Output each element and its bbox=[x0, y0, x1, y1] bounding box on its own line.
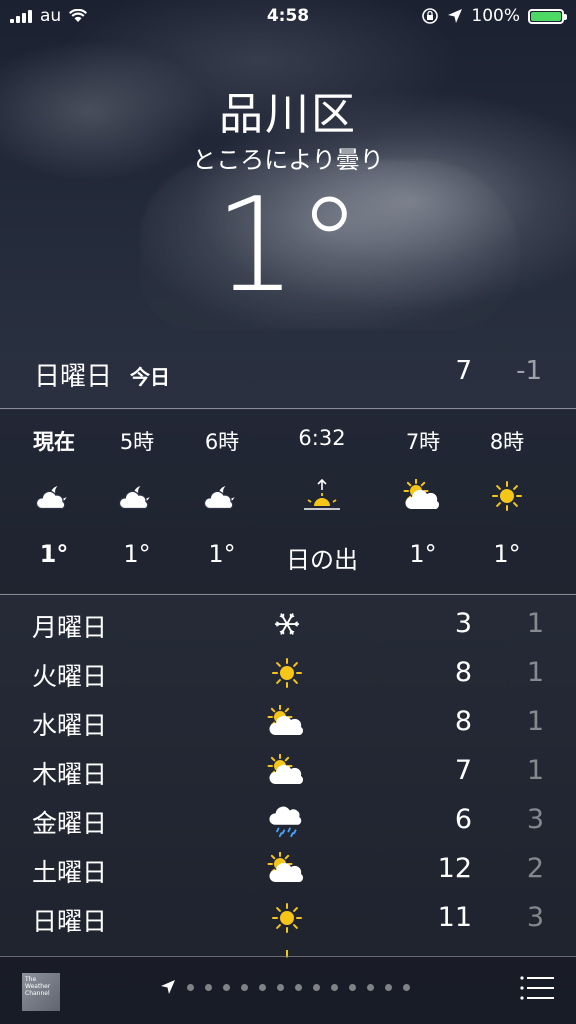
today-day: 日曜日 bbox=[34, 362, 113, 392]
hourly-item: 7時 1° bbox=[378, 410, 468, 593]
page-dot[interactable] bbox=[385, 983, 392, 991]
partly-cloudy-night-icon bbox=[9, 476, 99, 516]
hourly-item: 9 bbox=[545, 410, 576, 593]
hour-temperature: 1° bbox=[123, 540, 151, 568]
hour-temperature: 1° bbox=[409, 540, 437, 568]
sun-icon bbox=[462, 476, 552, 516]
bottom-toolbar: The Weather Channel bbox=[0, 956, 576, 1024]
hour-label: 8時 bbox=[489, 430, 525, 454]
today-low: -1 bbox=[516, 356, 542, 386]
daily-row: 土曜日 12 2 bbox=[0, 845, 576, 894]
battery-icon bbox=[528, 8, 567, 24]
day-high: 11 bbox=[437, 902, 472, 933]
page-dot[interactable] bbox=[241, 983, 248, 991]
hour-label: 現在 bbox=[33, 430, 75, 454]
hour-label: 5時 bbox=[119, 430, 155, 454]
page-dot[interactable] bbox=[367, 983, 374, 991]
daily-row: 日曜日 11 3 bbox=[0, 894, 576, 943]
day-low: 1 bbox=[526, 755, 544, 786]
page-dot[interactable] bbox=[403, 983, 410, 991]
hour-label: 9 bbox=[545, 426, 576, 450]
page-dot[interactable] bbox=[331, 983, 338, 991]
day-high: 7 bbox=[454, 755, 472, 786]
battery-percent: 100% bbox=[471, 6, 520, 26]
hourly-item: 6:32 日の出 bbox=[277, 410, 367, 593]
divider-top bbox=[0, 408, 576, 409]
today-high: 7 bbox=[455, 356, 472, 386]
status-right: 100% bbox=[421, 6, 567, 26]
location-services-icon bbox=[448, 9, 463, 23]
city-list-icon[interactable] bbox=[520, 975, 554, 1001]
partly-cloudy-night-icon bbox=[92, 476, 182, 516]
hourly-item: 現在 1° bbox=[9, 410, 99, 593]
hourly-item: 6時 1° bbox=[177, 410, 267, 593]
hour-label: 6時 bbox=[204, 430, 240, 454]
sun-icon bbox=[262, 900, 312, 936]
day-high: 12 bbox=[437, 853, 472, 884]
weather-screen: au 4:58 100% 品川区 ところにより曇り 1° 日曜日 今日 7 -1… bbox=[0, 0, 576, 1024]
page-dot[interactable] bbox=[223, 983, 230, 991]
today-label: 今日 bbox=[130, 365, 170, 389]
divider-middle bbox=[0, 594, 576, 595]
blank-icon bbox=[545, 476, 576, 516]
status-bar: au 4:58 100% bbox=[0, 0, 576, 34]
day-name: 水曜日 bbox=[32, 711, 108, 740]
day-low: 1 bbox=[526, 706, 544, 737]
page-dot[interactable] bbox=[349, 983, 356, 991]
partly-sunny-icon bbox=[262, 851, 312, 887]
daily-row: 金曜日 6 3 bbox=[0, 796, 576, 845]
day-high: 3 bbox=[454, 608, 472, 639]
hourly-item: 5時 1° bbox=[92, 410, 182, 593]
partly-cloudy-night-icon bbox=[177, 476, 267, 516]
weather-channel-logo[interactable]: The Weather Channel bbox=[22, 973, 60, 1011]
sunrise-icon bbox=[277, 476, 367, 516]
hour-temperature: 1° bbox=[493, 540, 521, 568]
daily-forecast[interactable]: 月曜日 3 1 火曜日 8 1 水曜日 8 1 木曜日 7 1 金曜日 6 3 … bbox=[0, 600, 576, 943]
hourly-forecast[interactable]: 現在 1° 5時 1° 6時 1° 6:32 日の出 7時 1° 8時 1° 9 bbox=[0, 410, 576, 593]
sun-icon bbox=[262, 655, 312, 691]
day-low: 3 bbox=[526, 804, 544, 835]
partly-sunny-icon bbox=[378, 476, 468, 516]
day-name: 土曜日 bbox=[32, 858, 108, 887]
rain-cloud-icon bbox=[262, 802, 312, 838]
day-name: 月曜日 bbox=[32, 613, 108, 642]
daily-row: 水曜日 8 1 bbox=[0, 698, 576, 747]
page-indicator[interactable] bbox=[160, 979, 410, 995]
daily-row: 火曜日 8 1 bbox=[0, 649, 576, 698]
hour-label: 6:32 bbox=[298, 426, 346, 450]
day-name: 火曜日 bbox=[32, 662, 108, 691]
day-name: 金曜日 bbox=[32, 809, 108, 838]
day-low: 3 bbox=[526, 902, 544, 933]
day-high: 8 bbox=[454, 706, 472, 737]
orientation-lock-icon bbox=[422, 8, 439, 24]
page-dot[interactable] bbox=[295, 983, 302, 991]
page-dot[interactable] bbox=[187, 983, 194, 991]
page-dot[interactable] bbox=[313, 983, 320, 991]
hour-temperature: 1° bbox=[39, 540, 69, 568]
hour-label: 7時 bbox=[405, 430, 441, 454]
day-name: 日曜日 bbox=[32, 907, 108, 936]
page-dot[interactable] bbox=[277, 983, 284, 991]
day-low: 2 bbox=[526, 853, 544, 884]
day-low: 1 bbox=[526, 657, 544, 688]
snowflake-icon bbox=[262, 606, 312, 642]
daily-row: 木曜日 7 1 bbox=[0, 747, 576, 796]
partly-sunny-icon bbox=[262, 704, 312, 740]
daily-row: 月曜日 3 1 bbox=[0, 600, 576, 649]
day-name: 木曜日 bbox=[32, 760, 108, 789]
current-location-icon bbox=[161, 980, 175, 994]
page-dot[interactable] bbox=[205, 983, 212, 991]
city-name: 品川区 bbox=[219, 89, 357, 140]
hour-temperature: 1° bbox=[208, 540, 236, 568]
today-summary: 日曜日 今日 7 -1 bbox=[0, 350, 576, 396]
day-high: 8 bbox=[454, 657, 472, 688]
current-temperature: 1° bbox=[214, 169, 362, 321]
partly-sunny-icon bbox=[262, 753, 312, 789]
day-low: 1 bbox=[526, 608, 544, 639]
hourly-item: 8時 1° bbox=[462, 410, 552, 593]
hour-temperature: 日の出 bbox=[286, 546, 358, 574]
page-dot[interactable] bbox=[259, 983, 266, 991]
battery-fill bbox=[531, 11, 561, 21]
day-high: 6 bbox=[454, 804, 472, 835]
